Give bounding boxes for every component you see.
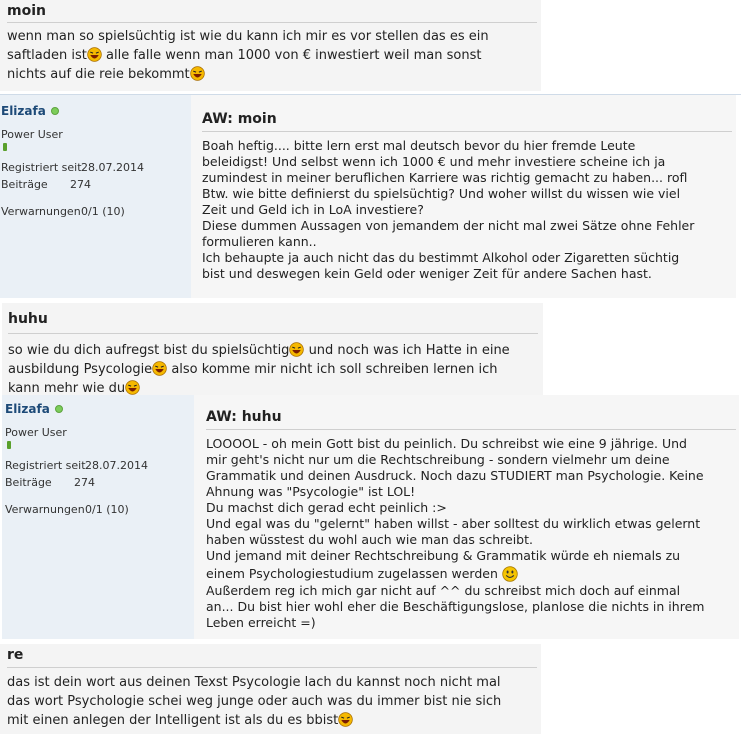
laughing-smiley-icon bbox=[87, 47, 102, 62]
posts-count-info: Beiträge 274 bbox=[1, 178, 91, 191]
quote-text: wenn man so spielsüchtig ist wie du kann… bbox=[7, 29, 489, 82]
posts-count-info: Beiträge 274 bbox=[5, 476, 95, 489]
warnings-info: Verwarnungen 0/1 (10) bbox=[1, 205, 125, 218]
username-link[interactable]: Elizafa bbox=[1, 104, 46, 118]
quote-title: re bbox=[7, 647, 24, 663]
quote-title: moin bbox=[7, 3, 46, 19]
registered-info: Registriert seit 28.07.2014 bbox=[1, 161, 144, 174]
registered-info: Registriert seit 28.07.2014 bbox=[5, 459, 148, 472]
quote-title: huhu bbox=[8, 311, 48, 327]
user-sidebar: Elizafa Power User Registriert seit 28.0… bbox=[0, 95, 191, 298]
laughing-smiley-icon bbox=[152, 361, 167, 376]
quote-divider bbox=[7, 667, 537, 668]
laughing-smiley-icon bbox=[289, 342, 305, 357]
warnings-info: Verwarnungen 0/1 (10) bbox=[5, 503, 129, 516]
username-link[interactable]: Elizafa bbox=[5, 402, 50, 416]
laughing-smiley-icon bbox=[125, 380, 140, 395]
quote-divider bbox=[8, 333, 538, 334]
post-title: AW: moin bbox=[202, 111, 277, 127]
user-sidebar: Elizafa Power User Registriert seit 28.0… bbox=[2, 395, 194, 639]
user-rank: Power User bbox=[1, 128, 63, 141]
quote-block-moin: moin wenn man so spielsüchtig ist wie du… bbox=[0, 0, 541, 91]
smile-icon bbox=[502, 566, 518, 582]
laughing-smiley-icon bbox=[338, 712, 353, 727]
post-content: AW: moin Boah heftig.... bitte lern erst… bbox=[191, 95, 736, 298]
online-status-icon bbox=[55, 405, 63, 413]
post-title-divider bbox=[202, 131, 732, 132]
reputation-bar-icon bbox=[7, 441, 11, 449]
online-status-icon bbox=[51, 107, 59, 115]
post-title: AW: huhu bbox=[206, 409, 282, 425]
quote-text: so wie du dich aufregst bist du spielsüc… bbox=[8, 342, 510, 396]
post-title-divider bbox=[206, 429, 736, 430]
user-rank: Power User bbox=[5, 426, 67, 439]
quote-text: das ist dein wort aus deinen Texst Psyco… bbox=[7, 675, 502, 728]
reputation-bar-icon bbox=[3, 143, 7, 151]
quote-divider bbox=[7, 22, 537, 23]
quote-block-re: re das ist dein wort aus deinen Texst Ps… bbox=[0, 644, 541, 734]
quote-block-huhu: huhu so wie du dich aufregst bist du spi… bbox=[2, 303, 543, 396]
laughing-smiley-icon bbox=[189, 66, 205, 81]
post-text: LOOOOL - oh mein Gott bist du peinlich. … bbox=[206, 436, 705, 630]
post-content: AW: huhu LOOOOL - oh mein Gott bist du p… bbox=[194, 395, 739, 639]
post-text: Boah heftig.... bitte lern erst mal deut… bbox=[202, 138, 695, 281]
